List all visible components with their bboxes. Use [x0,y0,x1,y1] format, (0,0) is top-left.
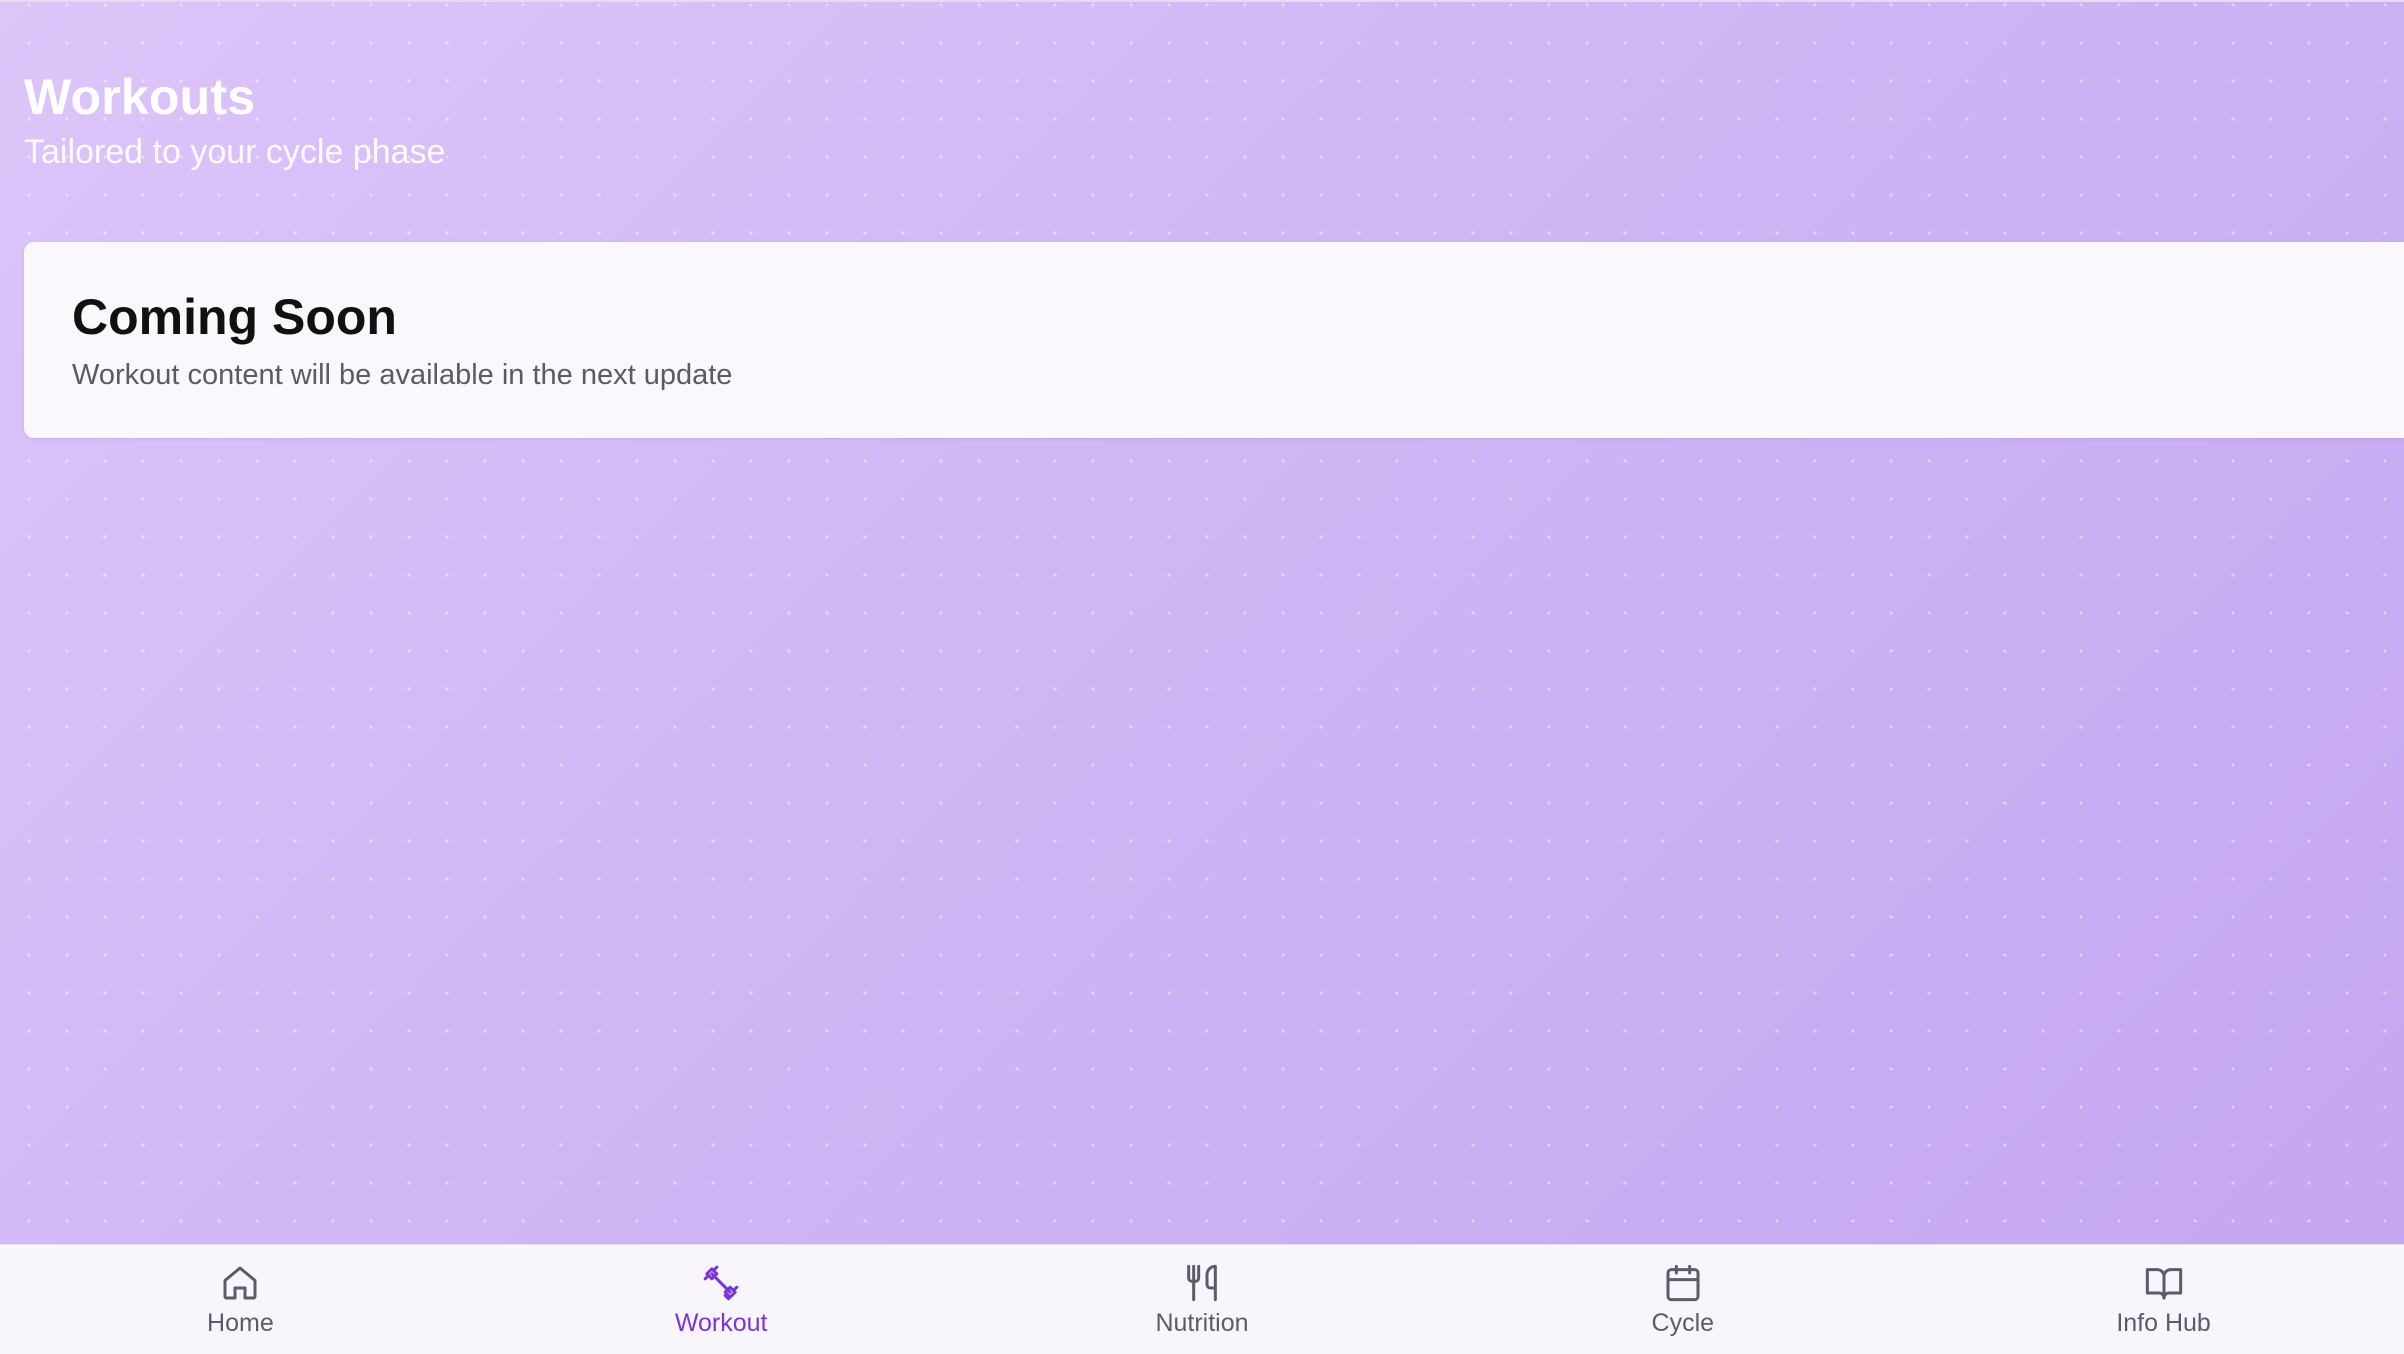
top-divider [0,0,2404,2]
card-description: Workout content will be available in the… [72,359,733,391]
nav-item-workout[interactable]: Workout [481,1245,962,1354]
bottom-navigation: Home Workout Nutrition Cycle Info Hub [0,1244,2404,1354]
book-icon [2144,1263,2184,1303]
nav-item-nutrition[interactable]: Nutrition [962,1245,1443,1354]
utensils-icon [1182,1263,1222,1303]
calendar-icon [1663,1263,1703,1303]
page-subtitle: Tailored to your cycle phase [24,133,446,171]
nav-item-info-hub[interactable]: Info Hub [1923,1245,2404,1354]
page-header: Workouts Tailored to your cycle phase [24,64,445,174]
nav-label-nutrition: Nutrition [1155,1309,1249,1337]
page-title: Workouts [24,69,256,125]
nav-label-home: Home [207,1309,274,1337]
app-screen: Workouts Tailored to your cycle phase Co… [0,0,2404,1354]
nav-item-home[interactable]: Home [0,1245,481,1354]
dumbbell-icon [701,1263,741,1303]
dot-pattern-background [0,0,2404,1354]
home-icon [220,1263,260,1303]
nav-label-info-hub: Info Hub [2116,1309,2211,1337]
coming-soon-card: Coming Soon Workout content will be avai… [24,242,2404,438]
nav-item-cycle[interactable]: Cycle [1442,1245,1923,1354]
nav-label-cycle: Cycle [1651,1309,1715,1337]
nav-label-workout: Workout [674,1309,768,1337]
card-title: Coming Soon [72,289,397,345]
